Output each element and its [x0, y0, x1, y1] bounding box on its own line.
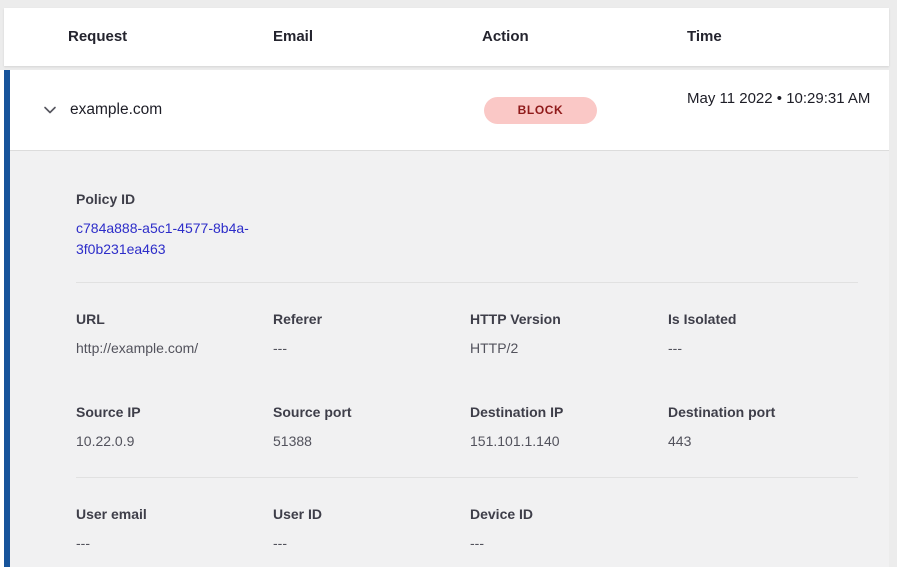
field-value: HTTP/2	[470, 340, 668, 357]
action-block-badge: BLOCK	[484, 97, 597, 124]
field-value: ---	[273, 340, 470, 357]
section-divider	[76, 282, 858, 283]
field-user-email: User email ---	[76, 506, 273, 552]
field-value: 151.101.1.140	[470, 433, 668, 450]
field-label: Referer	[273, 311, 470, 328]
request-fields-row-2: Source IP 10.22.0.9 Source port 51388 De…	[76, 404, 858, 450]
expanded-detail-panel: Policy ID c784a888-a5c1-4577-8b4a-3f0b23…	[10, 151, 889, 567]
field-source-port: Source port 51388	[273, 404, 470, 450]
field-label: User ID	[273, 506, 470, 523]
field-value: ---	[668, 340, 858, 357]
user-fields-row: User email --- User ID --- Device ID ---	[76, 506, 858, 552]
request-time: May 11 2022 • 10:29:31 AM	[687, 87, 877, 111]
section-divider	[76, 477, 858, 478]
field-value: ---	[76, 535, 273, 552]
field-label: User email	[76, 506, 273, 523]
field-value: 51388	[273, 433, 470, 450]
field-device-id: Device ID ---	[470, 506, 668, 552]
field-label: Source port	[273, 404, 470, 421]
field-referer: Referer ---	[273, 311, 470, 357]
chevron-down-icon[interactable]	[42, 102, 58, 118]
request-domain: example.com	[70, 70, 162, 150]
column-header-time: Time	[687, 8, 722, 66]
field-value: 10.22.0.9	[76, 433, 273, 450]
field-destination-port: Destination port 443	[668, 404, 858, 450]
field-label: Is Isolated	[668, 311, 858, 328]
table-header: Request Email Action Time	[4, 8, 889, 66]
field-value: ---	[273, 535, 470, 552]
log-entry-card: example.com BLOCK May 11 2022 • 10:29:31…	[0, 70, 889, 567]
field-http-version: HTTP Version HTTP/2	[470, 311, 668, 357]
field-destination-ip: Destination IP 151.101.1.140	[470, 404, 668, 450]
selected-row-accent-bar	[4, 70, 10, 567]
table-row[interactable]: example.com BLOCK May 11 2022 • 10:29:31…	[0, 70, 889, 150]
field-url: URL http://example.com/	[76, 311, 273, 357]
field-label: URL	[76, 311, 273, 328]
field-source-ip: Source IP 10.22.0.9	[76, 404, 273, 450]
request-fields-row-1: URL http://example.com/ Referer --- HTTP…	[76, 311, 858, 357]
policy-id-label: Policy ID	[76, 191, 858, 208]
field-value: http://example.com/	[76, 340, 273, 357]
field-user-id: User ID ---	[273, 506, 470, 552]
column-header-email: Email	[273, 8, 313, 66]
column-header-request: Request	[68, 8, 127, 66]
field-is-isolated: Is Isolated ---	[668, 311, 858, 357]
field-label: Device ID	[470, 506, 668, 523]
field-value: 443	[668, 433, 858, 450]
field-label: Destination port	[668, 404, 858, 421]
field-label: Source IP	[76, 404, 273, 421]
field-label: Destination IP	[470, 404, 668, 421]
field-label: HTTP Version	[470, 311, 668, 328]
column-header-action: Action	[482, 8, 529, 66]
field-value: ---	[470, 535, 668, 552]
policy-id-link[interactable]: c784a888-a5c1-4577-8b4a-3f0b231ea463	[76, 218, 276, 260]
policy-section: Policy ID c784a888-a5c1-4577-8b4a-3f0b23…	[76, 151, 858, 260]
